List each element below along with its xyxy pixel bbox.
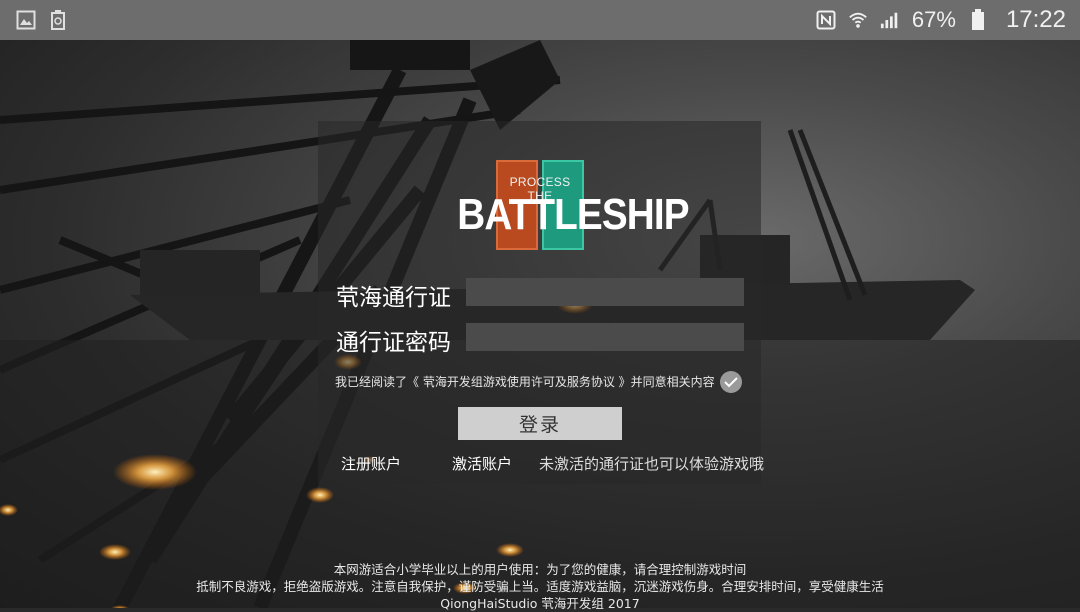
image-icon: [16, 10, 36, 30]
battery-icon: [968, 9, 988, 30]
wifi-icon: [848, 10, 868, 30]
account-input[interactable]: [466, 278, 744, 306]
battery-percent: 67%: [911, 7, 956, 32]
signal-icon: [880, 10, 900, 30]
agreement-text[interactable]: 我已经阅读了《 茕海开发组游戏使用许可及服务协议 》并同意相关内容: [335, 373, 715, 390]
activate-link[interactable]: 激活账户: [452, 453, 512, 474]
account-label: 茕海通行证: [336, 285, 451, 311]
password-input[interactable]: [466, 323, 744, 351]
logo-title: BATTLESHIP: [457, 190, 689, 239]
password-label: 通行证密码: [336, 330, 451, 356]
status-bar-right: 67% 17:22: [816, 6, 1066, 34]
status-bar: 67% 17:22: [0, 0, 1080, 40]
trial-hint: 未激活的通行证也可以体验游戏哦: [539, 455, 765, 473]
login-button[interactable]: 登录: [458, 407, 622, 440]
footer-copyright: QiongHaiStudio 茕海开发组 2017: [440, 596, 640, 611]
register-link[interactable]: 注册账户: [341, 453, 401, 474]
checkmark-icon: [724, 377, 738, 388]
recycle-icon: [48, 10, 68, 30]
nfc-icon: [816, 10, 836, 30]
agreement-checkbox[interactable]: [720, 371, 742, 393]
status-bar-left: [16, 10, 68, 30]
clock: 17:22: [1005, 6, 1066, 33]
